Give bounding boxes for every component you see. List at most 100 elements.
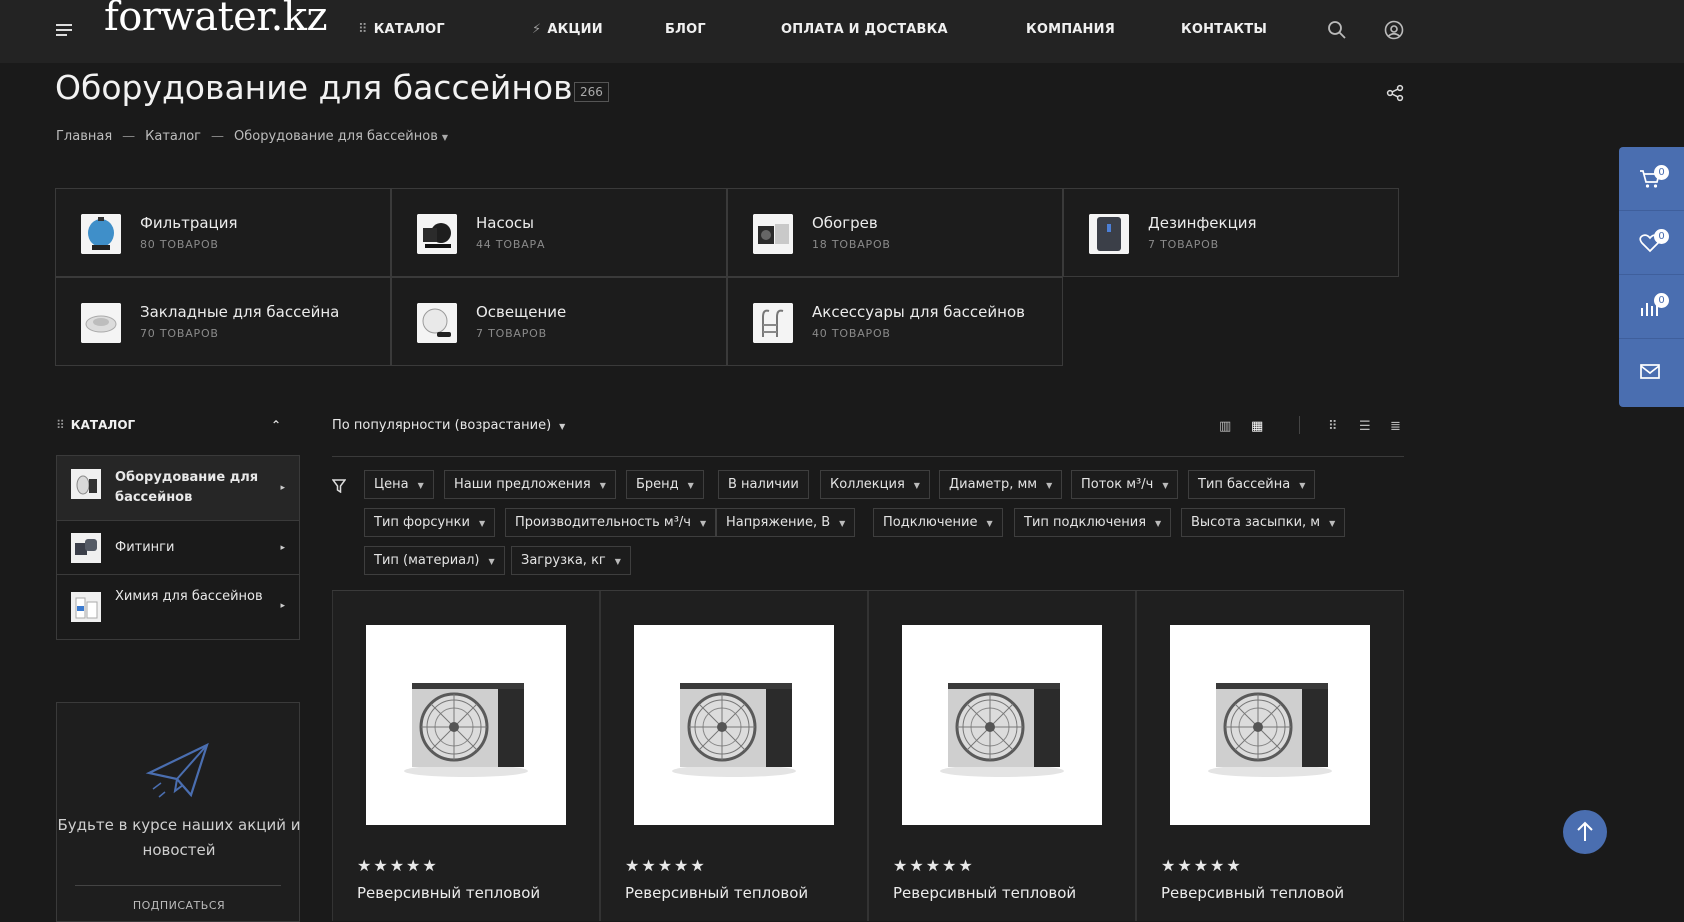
nav-company[interactable]: КОМПАНИЯ xyxy=(1026,22,1115,37)
sidebar-item-fittings[interactable]: Фитинги ▸ xyxy=(57,521,299,575)
filter-capacity[interactable]: Производительность м³/ч ▼ xyxy=(505,508,717,537)
category-pumps[interactable]: Насосы 44 ТОВАРА xyxy=(391,188,727,277)
filter-fill-height[interactable]: Высота засыпки, м ▼ xyxy=(1181,508,1346,537)
sidebar-catalog-header[interactable]: ⠿ КАТАЛОГ ⌃ xyxy=(56,418,291,432)
product-card[interactable]: ★★★★★ Реверсивный тепловой xyxy=(600,591,868,921)
filter-label: Производительность м³/ч xyxy=(515,515,691,530)
category-embedded-parts[interactable]: Закладные для бассейна 70 ТОВАРОВ xyxy=(55,277,391,366)
category-heating[interactable]: Обогрев 18 ТОВАРОВ xyxy=(727,188,1063,277)
product-card[interactable]: ★★★★★ Реверсивный тепловой xyxy=(868,591,1136,921)
subscribe-button[interactable]: ПОДПИСАТЬСЯ xyxy=(57,899,301,912)
category-name: Закладные для бассейна xyxy=(140,303,340,321)
scroll-to-top-button[interactable] xyxy=(1563,810,1607,854)
filter-flow[interactable]: Поток м³/ч ▼ xyxy=(1071,470,1179,499)
pool-light-image xyxy=(417,303,457,343)
chevron-down-icon: ▼ xyxy=(687,481,694,490)
rating-stars: ★★★★★ xyxy=(893,856,975,875)
category-count: 7 ТОВАРОВ xyxy=(1148,238,1219,251)
breadcrumb-home[interactable]: Главная xyxy=(56,129,112,144)
columns-view-icon[interactable]: ▥ xyxy=(1219,419,1231,434)
nav-promotions[interactable]: ⚡ АКЦИИ xyxy=(532,22,603,37)
product-card[interactable]: ★★★★★ Реверсивный тепловой xyxy=(1136,591,1404,921)
menu-icon[interactable] xyxy=(56,24,72,37)
user-icon[interactable] xyxy=(1384,20,1404,40)
paper-plane-icon xyxy=(145,741,211,803)
category-lighting[interactable]: Освещение 7 ТОВАРОВ xyxy=(391,277,727,366)
filter-connection-type[interactable]: Тип подключения ▼ xyxy=(1014,508,1172,537)
compare-button[interactable]: 0 xyxy=(1619,275,1684,339)
cart-count-badge: 0 xyxy=(1654,165,1669,180)
funnel-icon[interactable] xyxy=(331,478,347,494)
product-count-badge: 266 xyxy=(574,82,609,102)
chevron-down-icon[interactable]: ▼ xyxy=(442,133,448,142)
filter-voltage[interactable]: Напряжение, В ▼ xyxy=(716,508,856,537)
heat-pump-image[interactable] xyxy=(366,625,566,825)
wide-columns-view-icon[interactable]: ▦ xyxy=(1251,419,1263,434)
chevron-down-icon: ▼ xyxy=(986,519,993,528)
filter-diameter[interactable]: Диаметр, мм ▼ xyxy=(939,470,1063,499)
divider xyxy=(332,456,1404,457)
filter-price[interactable]: Цена ▼ xyxy=(364,470,434,499)
product-name[interactable]: Реверсивный тепловой xyxy=(1161,884,1344,902)
chevron-down-icon: ▼ xyxy=(913,481,920,490)
category-count: 44 ТОВАРА xyxy=(476,238,546,251)
feedback-button[interactable] xyxy=(1619,339,1684,403)
filter-connection[interactable]: Подключение ▼ xyxy=(873,508,1003,537)
product-name[interactable]: Реверсивный тепловой xyxy=(625,884,808,902)
filter-offers[interactable]: Наши предложения ▼ xyxy=(444,470,616,499)
product-card[interactable]: ★★★★★ Реверсивный тепловой xyxy=(332,591,600,921)
favorites-button[interactable]: 0 xyxy=(1619,211,1684,275)
breadcrumb-catalog[interactable]: Каталог xyxy=(145,129,201,144)
heat-pump-image[interactable] xyxy=(634,625,834,825)
compare-count-badge: 0 xyxy=(1654,293,1669,308)
category-accessories[interactable]: Аксессуары для бассейнов 40 ТОВАРОВ xyxy=(727,277,1063,366)
chemicals-thumb xyxy=(71,592,101,622)
filter-nozzle-type[interactable]: Тип форсунки ▼ xyxy=(364,508,496,537)
category-filtration[interactable]: Фильтрация 80 ТОВАРОВ xyxy=(55,188,391,277)
chevron-down-icon: ▼ xyxy=(699,519,707,528)
filter-label: В наличии xyxy=(728,477,799,492)
sidebar-item-pool-equipment[interactable]: Оборудование для бассейнов ▸ xyxy=(57,456,299,521)
grid-view-icon[interactable]: ⠿ xyxy=(1328,419,1338,434)
filter-label: Загрузка, кг xyxy=(521,553,606,568)
product-name[interactable]: Реверсивный тепловой xyxy=(893,884,1076,902)
sort-dropdown[interactable]: По популярности (возрастание) ▼ xyxy=(332,418,565,433)
chevron-up-icon[interactable]: ⌃ xyxy=(271,418,281,432)
chevron-down-icon: ▼ xyxy=(417,481,424,490)
table-view-icon[interactable]: ≣ xyxy=(1390,419,1401,434)
share-icon[interactable] xyxy=(1386,84,1404,102)
rating-stars: ★★★★★ xyxy=(625,856,707,875)
heat-pump-image[interactable] xyxy=(902,625,1102,825)
nav-catalog[interactable]: ⠿ КАТАЛОГ xyxy=(358,22,445,37)
product-name[interactable]: Реверсивный тепловой xyxy=(357,884,540,902)
chevron-down-icon: ▼ xyxy=(488,557,495,566)
filter-label: Наши предложения xyxy=(454,477,591,492)
site-logo[interactable]: forwater.kz xyxy=(104,0,328,40)
subscribe-widget: Будьте в курсе наших акций и новостей ПО… xyxy=(56,702,301,922)
sidebar-item-label: Оборудование для бассейнов xyxy=(115,470,259,505)
filter-pool-type[interactable]: Тип бассейна ▼ xyxy=(1188,470,1316,499)
search-icon[interactable] xyxy=(1327,20,1347,40)
category-count: 18 ТОВАРОВ xyxy=(812,238,891,251)
nav-contacts[interactable]: КОНТАКТЫ xyxy=(1181,22,1267,37)
filter-load[interactable]: Загрузка, кг ▼ xyxy=(511,546,631,575)
nav-blog[interactable]: БЛОГ xyxy=(665,22,706,37)
filter-label: Напряжение, В xyxy=(726,515,831,530)
nav-payment-delivery[interactable]: ОПЛАТА И ДОСТАВКА xyxy=(781,22,948,37)
category-name: Освещение xyxy=(476,303,567,321)
nav-label: АКЦИИ xyxy=(547,22,603,37)
sidebar-item-label: Фитинги xyxy=(115,540,175,555)
heat-pump-image[interactable] xyxy=(1170,625,1370,825)
cart-button[interactable]: 0 xyxy=(1619,147,1684,211)
filter-material[interactable]: Тип (материал) ▼ xyxy=(364,546,505,575)
sidebar-item-chemicals[interactable]: Химия для бассейнов ▸ xyxy=(57,575,299,639)
filter-in-stock[interactable]: В наличии xyxy=(718,470,809,499)
breadcrumb-current[interactable]: Оборудование для бассейнов xyxy=(234,129,438,144)
category-disinfection[interactable]: Дезинфекция 7 ТОВАРОВ xyxy=(1063,188,1399,277)
list-view-icon[interactable]: ☰ xyxy=(1359,419,1371,434)
category-count: 70 ТОВАРОВ xyxy=(140,327,219,340)
filter-collection[interactable]: Коллекция ▼ xyxy=(820,470,930,499)
filter-brand[interactable]: Бренд ▼ xyxy=(626,470,704,499)
divider xyxy=(75,885,281,886)
category-name: Фильтрация xyxy=(140,214,238,232)
